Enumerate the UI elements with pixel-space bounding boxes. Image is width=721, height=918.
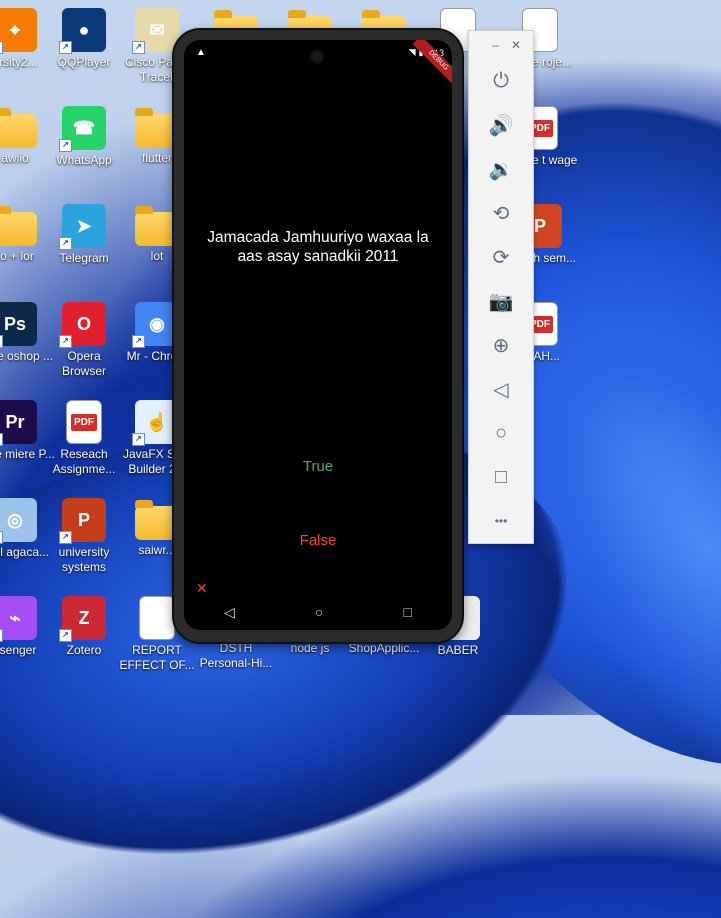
shortcut-arrow-icon: ↗ [59, 531, 72, 544]
shortcut-arrow-icon: ↗ [0, 433, 3, 446]
rotate-right-icon[interactable]: ⟳ [469, 235, 533, 279]
app-icon: ⌁↗ [0, 596, 37, 642]
app-icon: Z ↗ [59, 596, 106, 642]
desktop-icon-label: node js [290, 641, 330, 655]
shortcut-arrow-icon: ↗ [59, 237, 72, 250]
desktop-icon[interactable]: ☎ ↗ WhatsApp [44, 106, 124, 168]
desktop-icon-label: Zotero [66, 643, 102, 657]
app-icon: ● ↗ [59, 8, 106, 54]
document-icon: W [139, 596, 175, 640]
desktop-icon[interactable]: Z ↗ Zotero [44, 596, 124, 658]
app-icon: P↗ [59, 498, 106, 544]
folder-icon [135, 206, 179, 246]
wifi-off-icon: ◥ [408, 47, 416, 57]
shortcut-arrow-icon: ↗ [132, 335, 145, 348]
phone-screen: ▲ ◥ ▮ 4:13 DEBUG Jamacada Jamhuuriyo wax… [184, 40, 452, 630]
back-icon[interactable]: ◁ [469, 367, 533, 411]
shortcut-arrow-icon: ↗ [132, 433, 145, 446]
true-button[interactable]: True [184, 458, 452, 475]
app-icon: Ps↗ [0, 302, 37, 348]
toolbar-window-controls: – ✕ [469, 31, 533, 59]
desktop-icon[interactable]: O ↗ Opera Browser [44, 302, 124, 379]
desktop-icon-label: REPORT EFFECT OF... [119, 643, 195, 672]
desktop-icon-label: university systems [58, 545, 110, 574]
folder-icon [0, 206, 37, 246]
shortcut-arrow-icon: ↗ [59, 629, 72, 642]
app-icon: ✉ ↗ [132, 8, 179, 54]
nav-home-icon[interactable]: ○ [315, 604, 323, 620]
emulator-toolbar: – ✕ ⏻ 🔊 🔉 ⟲ ⟳ 📷 ⊕ ◁ ○ □ ••• [468, 30, 534, 544]
power-icon[interactable]: ⏻ [469, 59, 533, 103]
desktop-icon[interactable]: ➤ ↗ Telegram [44, 204, 124, 266]
desktop-icon-label: Telegram [59, 251, 109, 265]
false-button[interactable]: False [184, 532, 452, 549]
app-icon: ☎ ↗ [59, 106, 106, 152]
desktop-icon-label: ShopApplic... [348, 641, 420, 655]
desktop-icon[interactable]: P ↗ university systems [44, 498, 124, 575]
app-icon: Pr↗ [0, 400, 37, 446]
debug-banner: DEBUG [412, 40, 452, 87]
close-button[interactable]: ✕ [511, 38, 521, 52]
volume-up-icon[interactable]: 🔊 [469, 103, 533, 147]
nav-recents-icon[interactable]: □ [403, 604, 411, 620]
warning-icon: ▲ [196, 47, 206, 58]
desktop-icon-label: QQPlayer [57, 55, 111, 69]
desktop-icon[interactable]: ● ↗ QQPlayer [44, 8, 124, 70]
app-icon: ◉ ↗ [132, 302, 179, 348]
nav-back-icon[interactable]: ◁ [224, 604, 235, 621]
desktop-icon-label: Reseach Assignme... [52, 447, 116, 476]
minimize-button[interactable]: – [492, 38, 499, 52]
app-icon: ➤ ↗ [59, 204, 106, 250]
pdf-icon: PDF [66, 400, 102, 444]
desktop-icon-label: DSTH Personal-Hi... [199, 641, 273, 670]
phone-frame: ▲ ◥ ▮ 4:13 DEBUG Jamacada Jamhuuriyo wax… [174, 30, 462, 642]
shortcut-arrow-icon: ↗ [132, 41, 145, 54]
folder-icon [0, 108, 37, 148]
desktop-icon-label: WhatsApp [56, 153, 112, 167]
rotate-left-icon[interactable]: ⟲ [469, 191, 533, 235]
shortcut-arrow-icon: ↗ [0, 629, 3, 642]
overview-icon[interactable]: □ [469, 455, 533, 499]
desktop-icon[interactable]: PDF Reseach Assignme... [44, 400, 124, 477]
question-text: Jamacada Jamhuuriyo waxaa la aas asay sa… [207, 229, 429, 265]
shortcut-arrow-icon: ↗ [59, 139, 72, 152]
shortcut-arrow-icon: ↗ [0, 41, 3, 54]
toolbar-buttons: ⏻ 🔊 🔉 ⟲ ⟳ 📷 ⊕ ◁ ○ □ ••• [469, 59, 533, 543]
shortcut-arrow-icon: ↗ [0, 335, 3, 348]
screenshot-icon[interactable]: 📷 [469, 279, 533, 323]
android-nav-bar: ◁ ○ □ [184, 594, 452, 630]
shortcut-arrow-icon: ↗ [59, 335, 72, 348]
app-icon: ☝ ↗ [132, 400, 179, 446]
shortcut-arrow-icon: ↗ [59, 41, 72, 54]
folder-icon [135, 500, 179, 540]
desktop-icon-label: Opera Browser [61, 349, 106, 378]
app-icon: O ↗ [59, 302, 106, 348]
more-icon[interactable]: ••• [469, 499, 533, 543]
desktop-icon-label: BABER [437, 643, 479, 657]
home-icon[interactable]: ○ [469, 411, 533, 455]
volume-down-icon[interactable]: 🔉 [469, 147, 533, 191]
app-icon: ⌖↗ [0, 8, 37, 54]
app-icon: ◎↗ [0, 498, 37, 544]
zoom-icon[interactable]: ⊕ [469, 323, 533, 367]
shortcut-arrow-icon: ↗ [0, 531, 3, 544]
camera-hole [312, 52, 322, 62]
folder-icon [135, 108, 179, 148]
